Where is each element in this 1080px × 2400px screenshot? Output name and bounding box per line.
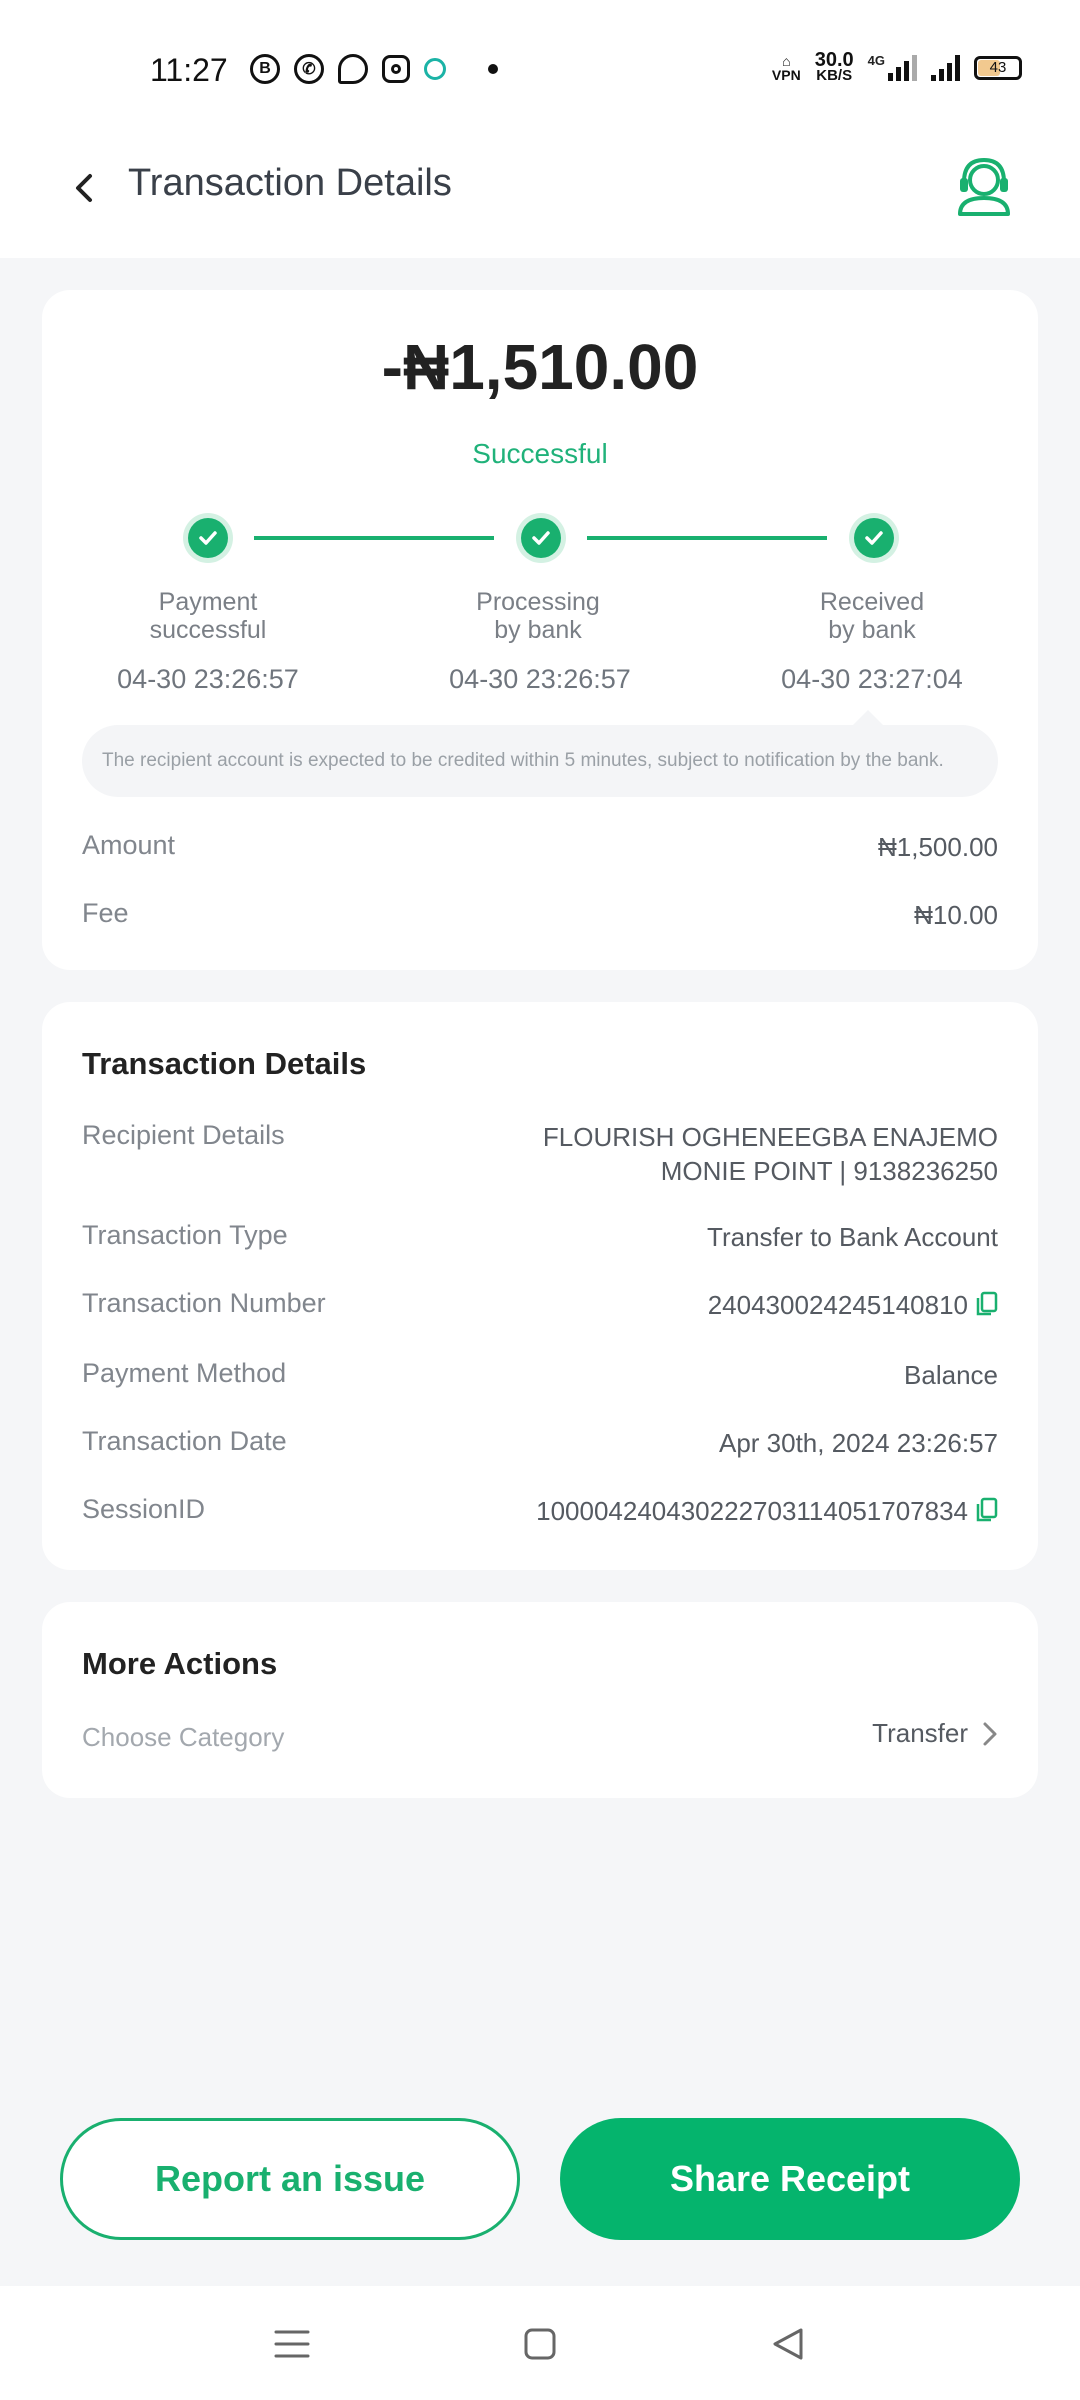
transaction-status: Successful <box>472 438 608 469</box>
credit-notice: The recipient account is expected to be … <box>82 725 998 797</box>
session-id-value: 100004240430222703114051707834 <box>536 1496 998 1527</box>
transaction-type-value: Transfer to Bank Account <box>707 1222 998 1252</box>
report-issue-button[interactable]: Report an issue <box>60 2118 520 2240</box>
transaction-type-label: Transaction Type <box>82 1220 288 1250</box>
transaction-amount: -₦1,510.00 <box>381 331 699 403</box>
system-navigation-bar <box>0 2286 1080 2400</box>
recipient-label: Recipient Details <box>82 1120 285 1150</box>
sync-icon <box>424 58 446 80</box>
transaction-details-card: Transaction Details Recipient Details FL… <box>42 1002 1038 1570</box>
signal-4g-icon: 4G <box>868 54 917 81</box>
transaction-date-value: Apr 30th, 2024 23:26:57 <box>718 1428 998 1458</box>
details-section-title: Transaction Details <box>82 1046 367 1081</box>
step-1-time: 04-30 23:26:57 <box>117 664 299 694</box>
customer-support-icon <box>958 157 1010 216</box>
customer-support-button[interactable] <box>948 150 1020 222</box>
transaction-number-label: Transaction Number <box>82 1288 326 1318</box>
status-bar: 11:27 B ✆ ⌂ VPN 30.0 KB/S 4G 43 <box>0 0 1080 140</box>
page-title: Transaction Details <box>128 162 452 204</box>
fee-label: Fee <box>82 898 129 928</box>
step-1-label: Payment successful <box>149 588 267 644</box>
app-header: Transaction Details <box>0 120 1080 258</box>
category-selector[interactable]: Transfer <box>872 1718 998 1749</box>
network-speed: 30.0 KB/S <box>814 49 854 84</box>
progress-line-2 <box>587 536 827 540</box>
message-icon <box>338 54 368 84</box>
notification-icons: B ✆ <box>250 54 498 84</box>
vpn-icon: ⌂ VPN <box>771 53 801 83</box>
copy-icon[interactable] <box>976 1497 998 1523</box>
chevron-right-icon <box>983 1722 997 1745</box>
instagram-icon <box>382 55 410 83</box>
back-button[interactable] <box>56 160 112 216</box>
payment-method-label: Payment Method <box>82 1358 287 1388</box>
battery-icon: 43 <box>974 56 1022 80</box>
copy-icon[interactable] <box>976 1291 998 1317</box>
transaction-summary-card: -₦1,510.00 Successful Payment successful … <box>42 290 1038 970</box>
choose-category-label: Choose Category <box>82 1722 285 1752</box>
more-actions-title: More Actions <box>82 1646 278 1681</box>
transaction-number-value: 240430024245140810 <box>708 1290 998 1321</box>
step-2-check-icon <box>521 518 561 558</box>
home-square-icon <box>524 2328 556 2360</box>
back-nav-button[interactable] <box>766 2322 810 2366</box>
progress-line-1 <box>254 536 494 540</box>
recipient-value: FLOURISH OGHENEEGBA ENAJEMO MONIE POINT … <box>543 1120 998 1188</box>
fee-value: ₦10.00 <box>914 900 998 930</box>
home-button[interactable] <box>518 2322 562 2366</box>
transaction-number-text: 240430024245140810 <box>707 1290 968 1320</box>
transaction-date-label: Transaction Date <box>82 1426 287 1456</box>
whatsapp-icon: ✆ <box>294 54 324 84</box>
recipient-name: FLOURISH OGHENEEGBA ENAJEMO <box>542 1122 998 1152</box>
recipient-bank: MONIE POINT | 9138236250 <box>660 1156 998 1186</box>
payment-method-value: Balance <box>904 1360 998 1390</box>
category-value: Transfer <box>872 1718 968 1748</box>
menu-icon <box>274 2330 310 2358</box>
step-2-label: Processing by bank <box>476 588 600 644</box>
status-time: 11:27 <box>150 52 228 88</box>
recent-apps-button[interactable] <box>270 2322 314 2366</box>
step-3-label: Received by bank <box>819 588 925 644</box>
back-triangle-icon <box>773 2328 803 2360</box>
signal-icon <box>931 55 960 81</box>
notice-pointer <box>852 710 884 726</box>
business-chat-icon: B <box>250 54 280 84</box>
more-actions-card: More Actions Choose Category Transfer <box>42 1602 1038 1798</box>
status-right: ⌂ VPN 30.0 KB/S 4G 43 <box>771 49 1022 84</box>
share-receipt-button[interactable]: Share Receipt <box>560 2118 1020 2240</box>
session-id-label: SessionID <box>82 1494 206 1524</box>
step-3-time: 04-30 23:27:04 <box>781 664 963 694</box>
chevron-left-icon <box>76 174 92 202</box>
step-2-time: 04-30 23:26:57 <box>449 664 631 694</box>
session-id-text: 100004240430222703114051707834 <box>536 1496 968 1526</box>
step-3-check-icon <box>854 518 894 558</box>
more-notifications-dot <box>488 64 498 74</box>
amount-value: ₦1,500.00 <box>878 832 998 862</box>
amount-label: Amount <box>82 830 176 860</box>
step-1-check-icon <box>188 518 228 558</box>
